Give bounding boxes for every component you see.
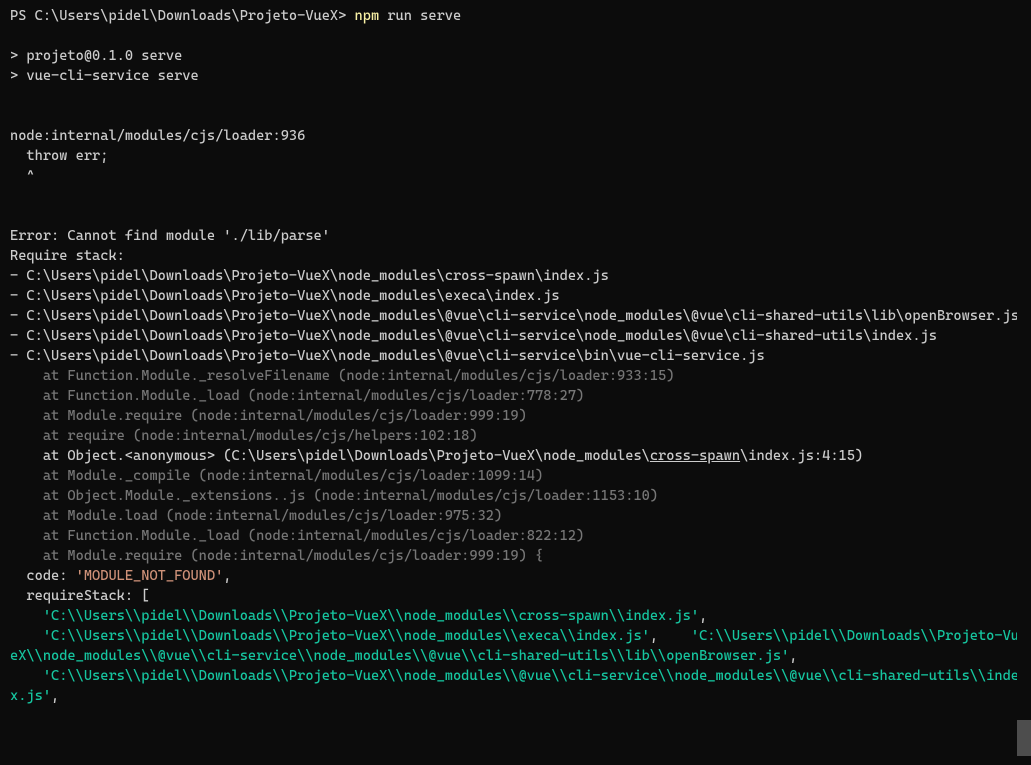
require-stack-item: - C:\Users\pidel\Downloads\Projeto-VueX\…: [10, 328, 937, 344]
error-code-key: code:: [10, 568, 76, 584]
loader-line-1: node:internal/modules/cjs/loader:936: [10, 128, 305, 144]
comma: ,: [223, 568, 231, 584]
stack-trace-line: at require (node:internal/modules/cjs/he…: [10, 428, 478, 444]
stack-trace-line: at Function.Module._load (node:internal/…: [10, 528, 584, 544]
indent: [10, 668, 43, 684]
command-args: run serve: [379, 8, 461, 24]
stack-trace-line: at Object.Module._extensions..js (node:i…: [10, 488, 658, 504]
comma: ,: [51, 688, 59, 704]
require-stack-path: 'C:\\Users\\pidel\\Downloads\\Projeto-Vu…: [10, 668, 1019, 704]
stack-trace-line: at Module.require (node:internal/modules…: [10, 408, 527, 424]
error-code-value: 'MODULE_NOT_FOUND': [76, 568, 224, 584]
script-line-2: > vue-cli-service serve: [10, 68, 199, 84]
require-stack-path: 'C:\\Users\\pidel\\Downloads\\Projeto-Vu…: [43, 608, 699, 624]
stack-trace-line: at Function.Module._resolveFilename (nod…: [10, 368, 674, 384]
loader-line-3: ^: [10, 168, 35, 184]
require-stack-item: - C:\Users\pidel\Downloads\Projeto-VueX\…: [10, 348, 765, 364]
stack-trace-line: at Module.require (node:internal/modules…: [10, 548, 543, 564]
link-cross-spawn[interactable]: cross-spawn: [650, 448, 740, 464]
scrollbar-thumb[interactable]: [1017, 720, 1031, 756]
comma: ,: [789, 648, 797, 664]
comma: ,: [699, 608, 707, 624]
stack-trace-line: at Module.load (node:internal/modules/cj…: [10, 508, 502, 524]
loader-line-2: throw err;: [10, 148, 108, 164]
require-stack-array-open: requireStack: [: [10, 588, 149, 604]
terminal-output[interactable]: PS C:\Users\pidel\Downloads\Projeto-VueX…: [10, 6, 1021, 706]
stack-trace-line: at Function.Module._load (node:internal/…: [10, 388, 584, 404]
command-name: npm: [346, 8, 379, 24]
error-title: Error: Cannot find module './lib/parse': [10, 228, 330, 244]
scrollbar-track[interactable]: [1017, 0, 1031, 765]
stack-trace-line-highlight: at Object.<anonymous> (C:\Users\pidel\Do…: [10, 448, 863, 464]
require-stack-path: 'C:\\Users\\pidel\\Downloads\\Projeto-Vu…: [43, 628, 650, 644]
indent: [10, 628, 43, 644]
prompt-ps: PS: [10, 8, 35, 24]
require-stack-item: - C:\Users\pidel\Downloads\Projeto-VueX\…: [10, 288, 560, 304]
require-stack-item: - C:\Users\pidel\Downloads\Projeto-VueX\…: [10, 308, 1019, 324]
script-line-1: > projeto@0.1.0 serve: [10, 48, 182, 64]
require-stack-label: Require stack:: [10, 248, 125, 264]
require-stack-item: - C:\Users\pidel\Downloads\Projeto-VueX\…: [10, 268, 609, 284]
indent: [10, 608, 43, 624]
stack-trace-line: at Module._compile (node:internal/module…: [10, 468, 543, 484]
prompt-path: C:\Users\pidel\Downloads\Projeto-VueX>: [35, 8, 347, 24]
comma-space: ,: [650, 628, 691, 644]
